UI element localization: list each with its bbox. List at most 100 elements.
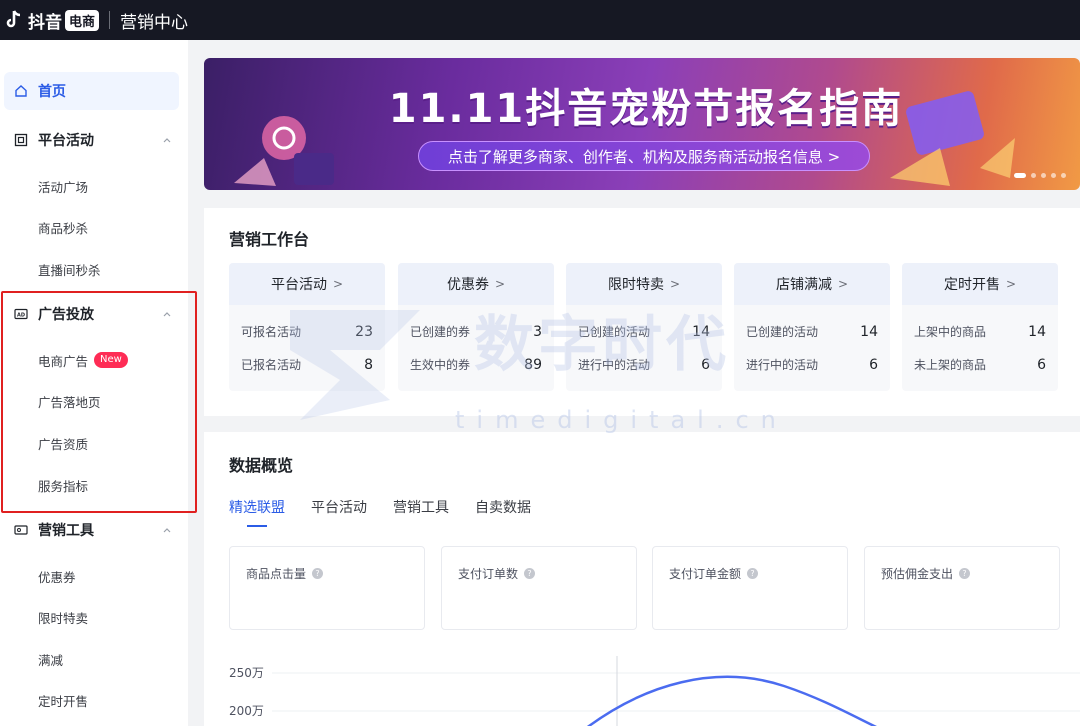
brand-name: 抖音 <box>28 12 62 33</box>
metric-card-estimated-commission[interactable]: 预估佣金支出? <box>864 546 1060 630</box>
tile-row-value: 8 <box>364 356 373 373</box>
tile-row-value: 6 <box>869 356 878 373</box>
chevron-right-icon: > <box>837 277 849 291</box>
chevron-right-icon: > <box>332 277 344 291</box>
tab-self-sale-data[interactable]: 自卖数据 <box>475 497 531 527</box>
sidebar-item-live-flash-sale[interactable]: 直播间秒杀 <box>0 254 188 284</box>
tile-row: 未上架的商品 6 <box>902 348 1058 381</box>
sidebar-group-advertising[interactable]: AD 广告投放 <box>0 296 188 332</box>
carousel-dot[interactable] <box>1031 173 1036 178</box>
carousel-dot[interactable] <box>1041 173 1046 178</box>
chevron-right-icon: > <box>669 277 681 291</box>
brand-badge: 电商 <box>65 9 100 31</box>
workbench-tile-limited-sale[interactable]: 限时特卖 > 已创建的活动 14 进行中的活动 6 <box>566 263 722 391</box>
tile-header[interactable]: 定时开售 > <box>902 263 1058 305</box>
sidebar-item-home[interactable]: 首页 <box>4 72 179 110</box>
tile-row: 已创建的活动 14 <box>566 315 722 348</box>
sidebar-item-label: 首页 <box>38 84 66 100</box>
sidebar-item-ecommerce-ads[interactable]: 电商广告 New <box>0 345 188 375</box>
tile-header[interactable]: 平台活动 > <box>229 263 385 305</box>
douyin-ecommerce-logo[interactable]: 抖音 电商 <box>4 8 100 33</box>
tile-title: 店铺满减 <box>775 277 832 293</box>
sidebar-group-label: 广告投放 <box>38 307 94 323</box>
tile-row-label: 已报名活动 <box>241 358 302 372</box>
carousel-dot[interactable] <box>1061 173 1066 178</box>
help-icon[interactable]: ? <box>524 568 536 579</box>
tile-row-value: 3 <box>533 323 542 340</box>
metric-card-paid-orders[interactable]: 支付订单数? <box>441 546 637 630</box>
trend-chart: 250万 200万 <box>204 656 1080 726</box>
carousel-indicator[interactable] <box>1014 173 1066 178</box>
tile-row-label: 可报名活动 <box>241 325 302 339</box>
tile-row-label: 未上架的商品 <box>914 358 987 372</box>
help-icon[interactable]: ? <box>959 568 971 579</box>
chevron-right-icon: > <box>494 277 506 291</box>
help-icon[interactable]: ? <box>312 568 324 579</box>
tile-row-label: 已创建的券 <box>410 325 471 339</box>
home-icon <box>14 84 28 98</box>
sidebar-item-label: 电商广告 <box>38 353 89 369</box>
ad-icon: AD <box>14 307 28 321</box>
tile-row: 生效中的券 89 <box>398 348 554 381</box>
svg-text:AD: AD <box>17 313 25 319</box>
tile-row-label: 已创建的活动 <box>746 325 819 339</box>
sidebar-group-label: 营销工具 <box>38 523 94 539</box>
workbench-tile-coupons[interactable]: 优惠券 > 已创建的券 3 生效中的券 89 <box>398 263 554 391</box>
tile-title: 平台活动 <box>270 277 327 293</box>
sidebar-item-ad-landing-page[interactable]: 广告落地页 <box>0 386 188 416</box>
metric-card-product-clicks[interactable]: 商品点击量? <box>229 546 425 630</box>
logo-divider <box>109 11 111 29</box>
tab-platform-activity[interactable]: 平台活动 <box>311 497 367 527</box>
metric-card-paid-amount[interactable]: 支付订单金额? <box>652 546 848 630</box>
sidebar-item-discount[interactable]: 满减 <box>0 644 188 674</box>
sidebar-group-platform-activity[interactable]: 平台活动 <box>0 122 188 158</box>
workbench-tile-store-discount[interactable]: 店铺满减 > 已创建的活动 14 进行中的活动 6 <box>734 263 890 391</box>
sidebar-item-scheduled-sale[interactable]: 定时开售 <box>0 685 188 715</box>
tab-active-indicator <box>247 525 267 527</box>
tile-title: 定时开售 <box>943 277 1000 293</box>
tab-marketing-tools[interactable]: 营销工具 <box>393 497 449 527</box>
tile-header[interactable]: 限时特卖 > <box>566 263 722 305</box>
tab-selected-alliance[interactable]: 精选联盟 <box>229 497 285 527</box>
section-title: 营销工作台 <box>229 230 310 249</box>
top-bar: 抖音 电商 营销中心 <box>0 0 1080 40</box>
metric-label: 支付订单金额 <box>669 567 742 581</box>
tile-row: 进行中的活动 6 <box>566 348 722 381</box>
sidebar-item-ad-qualification[interactable]: 广告资质 <box>0 428 188 458</box>
sidebar-item-coupons[interactable]: 优惠券 <box>0 561 188 591</box>
help-icon[interactable]: ? <box>747 568 759 579</box>
tile-row-value: 23 <box>355 323 373 340</box>
tile-row-value: 14 <box>1028 323 1046 340</box>
trend-chart-plot <box>272 656 1080 726</box>
trend-line <box>587 675 877 726</box>
overview-tabs: 精选联盟 平台活动 营销工具 自卖数据 <box>229 497 531 527</box>
sidebar-group-marketing-tools[interactable]: 营销工具 <box>0 512 188 548</box>
sidebar-item-limited-sale[interactable]: 限时特卖 <box>0 602 188 632</box>
promo-banner[interactable]: 11.11抖音宠粉节报名指南 点击了解更多商家、创作者、机构及服务商活动报名信息… <box>204 58 1080 190</box>
metric-label: 预估佣金支出 <box>881 567 954 581</box>
tile-row-value: 6 <box>701 356 710 373</box>
tile-row-value: 14 <box>860 323 878 340</box>
banner-cta-button[interactable]: 点击了解更多商家、创作者、机构及服务商活动报名信息 > <box>418 141 870 171</box>
sidebar-group-label: 平台活动 <box>38 133 94 149</box>
tile-header[interactable]: 店铺满减 > <box>734 263 890 305</box>
sidebar-item-product-flash-sale[interactable]: 商品秒杀 <box>0 212 188 242</box>
carousel-dot-active[interactable] <box>1014 173 1026 178</box>
tile-row-label: 上架中的商品 <box>914 325 987 339</box>
tile-header[interactable]: 优惠券 > <box>398 263 554 305</box>
workbench-tile-platform-activity[interactable]: 平台活动 > 可报名活动 23 已报名活动 8 <box>229 263 385 391</box>
sidebar-item-activity-square[interactable]: 活动广场 <box>0 171 188 201</box>
carousel-dot[interactable] <box>1051 173 1056 178</box>
tile-row: 已报名活动 8 <box>229 348 385 381</box>
banner-title: 11.11抖音宠粉节报名指南 <box>388 86 904 132</box>
tab-label: 精选联盟 <box>229 500 285 516</box>
tile-row-value: 14 <box>692 323 710 340</box>
sidebar-item-service-metrics[interactable]: 服务指标 <box>0 470 188 500</box>
sidebar: 首页 平台活动 活动广场 商品秒杀 直播间秒杀 AD 广告投放 电商广告 New… <box>0 40 188 726</box>
chevron-up-icon <box>162 135 172 145</box>
tile-row-label: 进行中的活动 <box>578 358 651 372</box>
marketing-workbench: 营销工作台 平台活动 > 可报名活动 23 已报名活动 8 优惠券 > 已创建的券 3 生… <box>204 208 1080 416</box>
tile-row: 进行中的活动 6 <box>734 348 890 381</box>
workbench-tile-scheduled-sale[interactable]: 定时开售 > 上架中的商品 14 未上架的商品 6 <box>902 263 1058 391</box>
tile-title: 优惠券 <box>446 277 489 293</box>
